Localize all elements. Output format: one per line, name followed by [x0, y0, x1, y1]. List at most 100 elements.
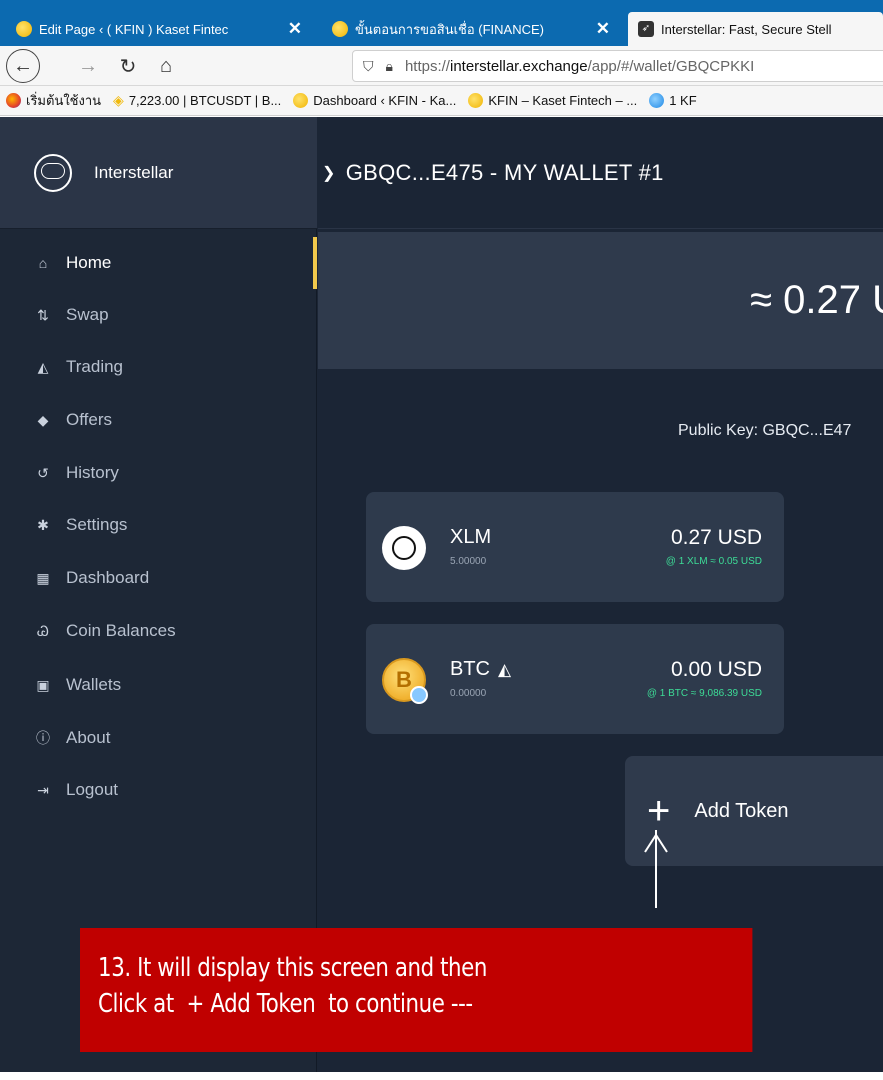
sidebar-item-label: Offers — [66, 410, 112, 429]
url-path: /app/#/wallet/GBQCPKKI — [587, 57, 755, 75]
gear-icon: ✱ — [37, 516, 49, 533]
stellar-logo-icon — [382, 526, 426, 570]
sidebar-item-label: Coin Balances — [66, 621, 176, 640]
browser-tab-interstellar[interactable]: ➶ Interstellar: Fast, Secure Stell — [628, 12, 883, 46]
sidebar-item-coin-balances[interactable]: Ꮚ Coin Balances — [0, 605, 317, 657]
sidebar-item-swap[interactable]: ⇅ Swap — [0, 289, 317, 341]
asset-rate: @ 1 XLM ≈ 0.05 USD — [665, 556, 762, 567]
sidebar-item-home[interactable]: ⌂ Home — [0, 237, 317, 289]
sidebar-item-label: Swap — [66, 305, 109, 324]
sidebar-item-settings[interactable]: ✱ Settings — [0, 499, 317, 551]
annotation-arrow — [655, 830, 657, 908]
plus-icon: + — [647, 789, 671, 833]
asset-amount: 5.00000 — [450, 556, 487, 567]
bookmark-dashboard[interactable]: Dashboard ‹ KFIN - Ka... — [293, 93, 456, 108]
asset-card-xlm[interactable]: XLM 5.00000 0.27 USD @ 1 XLM ≈ 0.05 USD — [366, 492, 784, 602]
url-host: interstellar.exchange — [449, 57, 588, 75]
tab-title: Edit Page ‹ ( KFIN ) Kaset Fintec — [39, 21, 229, 37]
sidebar-item-dashboard[interactable]: ▦ Dashboard — [0, 552, 317, 604]
sidebar-item-history[interactable]: ↺ History — [0, 447, 317, 499]
tutorial-callout: 13. It will display this screen and then… — [80, 928, 753, 1052]
add-token-label: Add Token — [694, 799, 789, 822]
brand[interactable]: Interstellar — [0, 117, 317, 229]
sidebar-item-trading[interactable]: ◭ Trading — [0, 341, 317, 393]
bitcoin-logo-icon: B — [382, 658, 428, 704]
bookmark-binance[interactable]: ◈ 7,223.00 | BTCUSDT | B... — [113, 92, 281, 109]
back-arrow-icon[interactable]: ← — [6, 49, 40, 83]
reload-icon[interactable]: ↻ — [112, 50, 144, 82]
wallet-icon: ▣ — [36, 676, 50, 693]
basket-icon: ◆ — [37, 411, 49, 428]
chart-icon[interactable]: ◭ — [498, 660, 511, 679]
home-icon: ⌂ — [38, 255, 48, 271]
dashboard-icon: ▦ — [36, 569, 50, 586]
shield-icon: ⛉ — [363, 57, 374, 74]
kfin-favicon-icon — [293, 93, 309, 108]
sidebar-item-label: Wallets — [66, 675, 122, 694]
public-key[interactable]: Public Key: GBQC...E47 — [678, 422, 851, 440]
url-prefix: https:// — [404, 57, 450, 75]
bookmark-label: 1 KF — [669, 93, 697, 108]
chart-icon: ◭ — [37, 358, 49, 375]
asset-code: BTC ◭ — [450, 658, 511, 681]
asset-code-text: BTC — [450, 658, 490, 680]
bookmark-label: เริ่มต้นใช้งาน — [26, 93, 102, 108]
astronaut-helmet-icon — [34, 153, 72, 192]
logout-icon: ⇥ — [37, 781, 49, 798]
history-icon: ↺ — [37, 464, 49, 481]
binance-icon: ◈ — [113, 92, 124, 108]
kfin-favicon-icon — [468, 93, 484, 108]
bookmark-label: Dashboard ‹ KFIN - Ka... — [313, 93, 457, 108]
rocket-favicon-icon: ➶ — [638, 21, 654, 37]
asset-amount: 0.00000 — [450, 688, 487, 699]
firefox-icon — [6, 93, 21, 108]
callout-line-2: Click at + Add Token to continue --- — [98, 989, 473, 1019]
bookmark-label: KFIN – Kaset Fintech – ... — [488, 93, 638, 108]
sidebar-item-label: Logout — [66, 780, 118, 799]
balance-panel: ≈ 0.27 U — [318, 232, 883, 369]
asset-value: 0.27 USD — [670, 526, 762, 549]
sidebar-item-label: Home — [66, 253, 112, 272]
globe-favicon-icon — [649, 93, 665, 108]
browser-tab-edit-page[interactable]: Edit Page ‹ ( KFIN ) Kaset Fintec ✕ — [6, 12, 312, 46]
info-icon: ⓘ — [36, 730, 50, 746]
wallet-selector[interactable]: ❯ GBQC...E475 - MY WALLET #1 — [318, 117, 883, 229]
browser-tab-bar: Edit Page ‹ ( KFIN ) Kaset Fintec ✕ ขั้น… — [0, 0, 883, 46]
tab-close-icon[interactable]: ✕ — [288, 19, 302, 39]
sidebar-item-logout[interactable]: ⇥ Logout — [0, 764, 317, 816]
brand-name: Interstellar — [94, 162, 174, 182]
sidebar-item-wallets[interactable]: ▣ Wallets — [0, 659, 317, 711]
asset-value: 0.00 USD — [670, 658, 762, 681]
sidebar-item-label: About — [66, 728, 111, 747]
sidebar-item-offers[interactable]: ◆ Offers — [0, 394, 317, 446]
swap-icon: ⇅ — [37, 306, 49, 323]
kfin-favicon-icon — [16, 21, 32, 37]
bookmark-getting-started[interactable]: เริ่มต้นใช้งาน — [6, 90, 101, 111]
browser-tab-finance[interactable]: ขั้นตอนการขอสินเชื่อ (FINANCE) ✕ — [322, 12, 620, 46]
total-balance: ≈ 0.27 U — [750, 278, 883, 322]
kfin-favicon-icon — [332, 21, 348, 37]
browser-toolbar: ← → ↻ ⌂ ⛉ 🔒︎ https://interstellar.exchan… — [0, 46, 883, 86]
asset-rate: @ 1 BTC ≈ 9,086.39 USD — [646, 688, 762, 699]
lock-icon: 🔒︎ — [385, 57, 393, 74]
tab-title: ขั้นตอนการขอสินเชื่อ (FINANCE) — [355, 21, 544, 37]
callout-line-1: 13. It will display this screen and then — [98, 953, 487, 983]
tab-title: Interstellar: Fast, Secure Stell — [661, 21, 832, 37]
bookmarks-bar: เริ่มต้นใช้งาน ◈ 7,223.00 | BTCUSDT | B.… — [0, 86, 883, 116]
url-bar[interactable]: ⛉ 🔒︎ https://interstellar.exchange/app/#… — [352, 50, 883, 82]
tab-close-icon[interactable]: ✕ — [596, 19, 610, 39]
sidebar-item-about[interactable]: ⓘ About — [0, 712, 317, 764]
home-icon[interactable]: ⌂ — [150, 50, 182, 82]
bottom-strip — [0, 1072, 883, 1080]
asset-card-btc[interactable]: B BTC ◭ 0.00000 0.00 USD @ 1 BTC ≈ 9,086.… — [366, 624, 784, 734]
sidebar-item-label: Dashboard — [66, 568, 150, 587]
coins-icon: Ꮚ — [37, 622, 49, 639]
forward-arrow-icon[interactable]: → — [72, 50, 104, 82]
bookmark-kf[interactable]: 1 KF — [649, 93, 697, 108]
chevron-down-icon: ❯ — [322, 164, 336, 182]
sidebar-item-label: Trading — [66, 357, 124, 376]
asset-code: XLM — [450, 526, 492, 548]
bookmark-kfin[interactable]: KFIN – Kaset Fintech – ... — [468, 93, 637, 108]
sidebar-item-label: History — [66, 463, 119, 482]
wallet-title: GBQC...E475 - MY WALLET #1 — [345, 159, 664, 185]
